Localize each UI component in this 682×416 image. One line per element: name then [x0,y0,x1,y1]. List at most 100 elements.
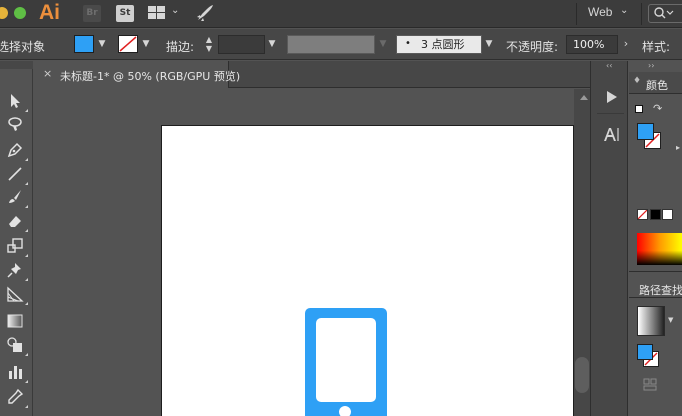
perspective-grid-icon [7,286,24,302]
gradient-icon [7,314,23,328]
lasso-icon [8,117,22,131]
eraser-tool[interactable] [4,211,28,233]
scrollbar-thumb[interactable] [575,357,589,393]
close-icon[interactable]: × [43,67,52,80]
rotate-tool[interactable] [4,236,28,258]
stroke-weight-stepper[interactable]: ▲ ▼ [203,35,215,54]
right-dock: ‹‹ ›› ♦ 颜色 ↷ ▸ 路径查找 ▼ [590,61,682,416]
expand-panels-icon[interactable]: ‹‹ [606,61,612,70]
chevron-down-icon[interactable]: ▼ [376,35,390,53]
character-icon[interactable] [602,125,620,143]
scroll-up-icon[interactable] [580,95,588,100]
stroke-weight-input[interactable] [218,35,265,54]
phone-graphic[interactable] [305,308,387,416]
collapse-panels-icon[interactable]: ›› [648,61,654,70]
bridge-button[interactable]: Br [83,5,101,22]
white-swatch[interactable] [662,209,673,220]
control-bar: 选择对象 ▼ ▼ 描边: ▲ ▼ ▼ ▼ • 3 点圆形 ▼ 不透明度: 100%… [0,29,682,60]
paintbrush-tool[interactable] [4,187,28,209]
line-segment-tool[interactable] [4,164,28,186]
chevron-down-icon[interactable]: ▼ [95,35,109,53]
column-graph-tool[interactable] [4,362,28,384]
search-icon [654,7,674,19]
canvas-area[interactable] [34,89,590,416]
fill-swatch[interactable] [637,123,654,140]
divider [576,3,577,25]
gpu-performance-icon[interactable] [195,3,215,27]
color-tab-label: 颜色 [646,79,668,92]
workspace-switcher[interactable]: Web [588,5,612,19]
search-input[interactable] [648,4,682,23]
divider [641,3,642,25]
application-bar: Ai Br St ⌄ Web ⌄ [0,0,682,28]
document-tab-bar: × 未标题-1* @ 50% (RGB/GPU 预览) [34,61,590,88]
opacity-label: 不透明度: [506,40,559,54]
eraser-icon [9,216,21,227]
illustrator-window: Ai Br St ⌄ Web ⌄ 选择对象 ▼ ▼ 描边: ▲ ▼ ▼ ▼ • … [0,0,682,416]
color-panel: ›› ♦ 颜色 ↷ ▸ 路径查找 ▼ [629,61,682,416]
divider [597,113,624,114]
selection-label: 选择对象 [0,40,46,54]
tools-panel-header [0,61,33,69]
chevron-down-icon[interactable]: ▼ [265,35,279,53]
shape-builder-icon [7,337,22,352]
gradient-tool[interactable] [4,311,28,333]
phone-screen [316,318,376,402]
chevron-down-icon[interactable]: ▼ [482,35,496,53]
pen-tool[interactable] [4,140,28,162]
line-icon [8,167,22,181]
divider [629,271,682,272]
brush-icon [9,190,21,203]
style-label: 样式: [642,40,671,54]
shape-builder-tool[interactable] [4,335,28,357]
arrow-icon [11,94,20,108]
chevron-down-icon[interactable]: ⌄ [620,5,628,16]
fill-color-swatch[interactable] [74,35,94,53]
dock-icon-column: ‹‹ [590,61,628,416]
divider [629,297,682,298]
stock-button[interactable]: St [116,5,134,22]
play-icon[interactable] [602,88,620,106]
lasso-tool[interactable] [4,114,28,136]
color-mode-icon[interactable] [643,377,657,391]
black-swatch[interactable] [650,209,661,220]
color-spectrum[interactable] [637,233,682,265]
default-colors-icon[interactable] [635,105,643,113]
opacity-input[interactable]: 100% [566,35,618,54]
brush-definition[interactable]: • 3 点圆形 [396,35,482,54]
pathfinder-label: 路径查找 [639,284,682,297]
tools-panel [0,61,33,416]
variable-width-profile[interactable] [287,35,375,54]
arrange-documents-icon[interactable] [148,6,165,20]
swap-colors-icon[interactable]: ↷ [653,102,662,115]
perspective-grid-tool[interactable] [4,284,28,306]
gradient-swatch[interactable] [637,306,665,336]
illustrator-logo: Ai [39,1,60,24]
eyedropper-icon [8,388,24,404]
chevron-right-icon[interactable]: ▸ [676,143,680,152]
color-panel-tab[interactable]: ♦ 颜色 [629,72,682,94]
eyedropper-tool[interactable] [4,387,28,409]
stroke-none-swatch[interactable] [118,35,138,53]
brush-label: 3 点圆形 [421,38,465,51]
minimize-window-button[interactable] [0,7,8,19]
chevron-down-icon[interactable]: ⌄ [171,5,179,16]
zoom-window-button[interactable] [14,7,26,19]
fill-swatch-small[interactable] [637,344,653,360]
chevron-down-icon[interactable]: ▼ [139,35,153,53]
puppet-warp-tool[interactable] [4,260,28,282]
artboard[interactable] [161,125,574,416]
panel-options-icon[interactable]: ♦ [633,76,641,86]
selection-tool[interactable] [4,91,28,113]
stroke-label: 描边: [166,40,195,54]
chevron-right-icon[interactable]: › [619,35,633,53]
chevron-down-icon[interactable]: ▼ [668,316,673,324]
pen-icon [7,142,23,158]
phone-home-button [339,406,351,416]
bar-chart-icon [9,366,22,379]
brush-dot-icon: • [405,38,411,49]
document-tab-title: 未标题-1* @ 50% (RGB/GPU 预览) [60,70,241,83]
pin-icon [7,263,21,278]
none-color-swatch[interactable] [637,209,648,220]
document-tab[interactable]: × 未标题-1* @ 50% (RGB/GPU 预览) [34,61,240,88]
